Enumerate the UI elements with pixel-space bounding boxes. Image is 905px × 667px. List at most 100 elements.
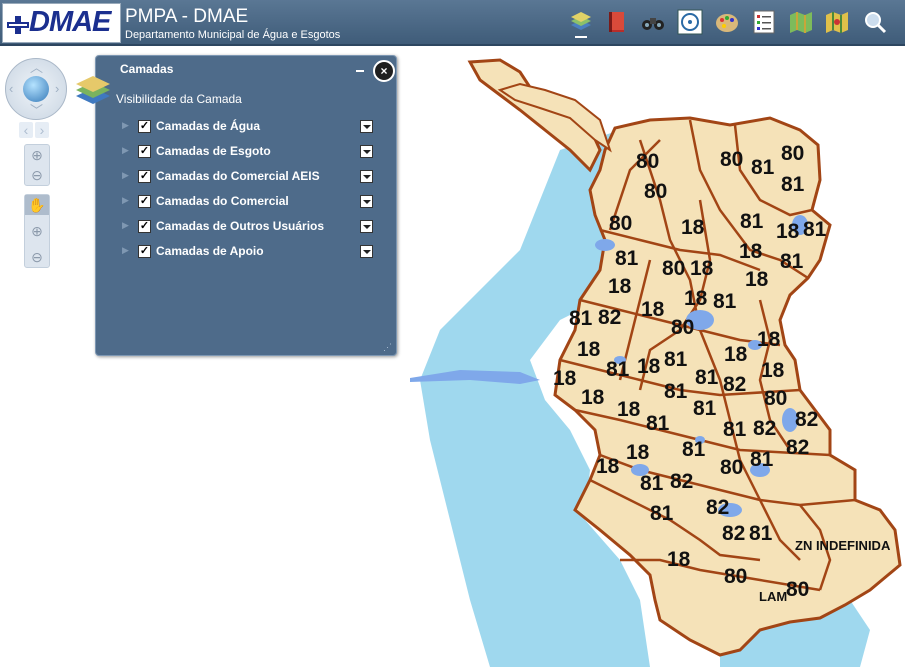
zone-label: 18 — [641, 298, 665, 321]
zone-label: 18 — [724, 343, 748, 366]
zone-name-label: ZN INDEFINIDA — [795, 538, 891, 553]
pan-control[interactable]: ︿ ﹀ ‹ › — [5, 58, 67, 120]
zone-label: 18 — [684, 287, 708, 310]
expand-icon[interactable]: ▶ — [122, 220, 129, 231]
dmae-logo: DMAE — [2, 3, 121, 43]
dropdown-icon[interactable] — [360, 170, 373, 183]
pan-right-icon[interactable]: › — [55, 82, 59, 95]
logo-text: DMAE — [29, 6, 111, 38]
zone-label: 81 — [664, 380, 688, 403]
zone-label: 81 — [803, 218, 827, 241]
expand-icon[interactable]: ▶ — [122, 120, 129, 131]
zoom-out-icon[interactable]: ⊖ — [25, 165, 49, 185]
active-tool-indicator — [575, 36, 587, 38]
layers-icon[interactable] — [568, 9, 594, 35]
zone-label: 81 — [640, 472, 664, 495]
zone-label: 80 — [724, 565, 748, 588]
hand-pan-icon[interactable]: ✋ — [25, 195, 49, 215]
layer-label: Camadas de Esgoto — [156, 144, 271, 158]
zone-label: 18 — [608, 275, 632, 298]
expand-icon[interactable]: ▶ — [122, 145, 129, 156]
zone-label: 81 — [569, 307, 593, 330]
zone-label: 82 — [706, 496, 730, 519]
book-icon[interactable] — [604, 9, 630, 35]
layer-item[interactable]: ▶ ✓ Camadas de Apoio — [120, 242, 376, 262]
search-icon[interactable] — [862, 9, 888, 35]
zone-label: 18 — [690, 257, 714, 280]
zone-label: 80 — [609, 212, 633, 235]
zone-label: 18 — [553, 367, 577, 390]
pan-left-icon[interactable]: ‹ — [9, 82, 13, 95]
dropdown-icon[interactable] — [360, 245, 373, 258]
layer-checkbox[interactable]: ✓ — [138, 120, 151, 133]
zone-label: 82 — [795, 408, 819, 431]
zone-label: 82 — [598, 306, 622, 329]
map-icon[interactable] — [788, 9, 814, 35]
expand-icon[interactable]: ▶ — [122, 170, 129, 181]
layer-checkbox[interactable]: ✓ — [138, 195, 151, 208]
zoom-box-out-icon[interactable]: ⊖ — [25, 247, 49, 267]
expand-icon[interactable]: ▶ — [122, 245, 129, 256]
zone-label: 18 — [667, 548, 691, 571]
layer-label: Camadas de Apoio — [156, 244, 264, 258]
target-icon[interactable] — [677, 9, 703, 35]
map-pin-icon[interactable] — [824, 9, 850, 35]
zone-label: 81 — [751, 156, 775, 179]
layer-checkbox[interactable]: ✓ — [138, 220, 151, 233]
layer-label: Camadas do Comercial — [156, 194, 289, 208]
zone-label: 18 — [596, 455, 620, 478]
layer-visibility-label: Visibilidade da Camada — [116, 92, 242, 106]
zone-label: 80 — [662, 257, 686, 280]
zone-label: 81 — [750, 448, 774, 471]
layer-item[interactable]: ▶ ✓ Camadas do Comercial AEIS — [120, 167, 376, 187]
zone-label: 18 — [761, 359, 785, 382]
dropdown-icon[interactable] — [360, 195, 373, 208]
layer-checkbox[interactable]: ✓ — [138, 145, 151, 158]
layer-checkbox[interactable]: ✓ — [138, 245, 151, 258]
zone-label: 18 — [776, 220, 800, 243]
zone-label: 81 — [693, 397, 717, 420]
close-icon[interactable]: × — [373, 60, 395, 82]
list-icon[interactable] — [751, 9, 777, 35]
layers-panel: Camadas × Visibilidade da Camada ▶ ✓ Cam… — [76, 55, 397, 356]
pan-up-icon[interactable]: ︿ — [30, 61, 43, 74]
zone-label: 18 — [637, 355, 661, 378]
resize-grip-icon[interactable]: ⋰ — [383, 342, 393, 352]
dropdown-icon[interactable] — [360, 120, 373, 133]
globe-icon[interactable] — [23, 76, 49, 102]
minimize-icon[interactable] — [356, 68, 364, 72]
tool-bar: ✋ ⊕ ⊖ — [24, 194, 50, 268]
zone-label: 18 — [745, 268, 769, 291]
rotate-left-icon[interactable]: ‹ — [19, 122, 33, 138]
zone-label: 82 — [753, 417, 777, 440]
layer-item[interactable]: ▶ ✓ Camadas do Comercial — [120, 192, 376, 212]
zone-label: 18 — [681, 216, 705, 239]
layer-label: Camadas do Comercial AEIS — [156, 169, 320, 183]
app-subtitle: Departamento Municipal de Água e Esgotos — [125, 29, 341, 41]
layer-label: Camadas de Outros Usuários — [156, 219, 325, 233]
expand-icon[interactable]: ▶ — [122, 195, 129, 206]
panel-title: Camadas — [120, 62, 174, 76]
zone-label: 80 — [781, 142, 805, 165]
layer-item[interactable]: ▶ ✓ Camadas de Esgoto — [120, 142, 376, 162]
rotate-control: ‹ › — [19, 122, 53, 140]
dropdown-icon[interactable] — [360, 220, 373, 233]
palette-icon[interactable] — [714, 9, 740, 35]
zoom-box-in-icon[interactable]: ⊕ — [25, 221, 49, 241]
zone-label: 18 — [581, 386, 605, 409]
zoom-in-icon[interactable]: ⊕ — [25, 145, 49, 165]
zone-label: 18 — [757, 328, 781, 351]
zone-label: 81 — [723, 418, 747, 441]
zone-label: 81 — [749, 522, 773, 545]
zone-label: 81 — [650, 502, 674, 525]
pan-down-icon[interactable]: ﹀ — [30, 104, 43, 117]
layer-item[interactable]: ▶ ✓ Camadas de Água — [120, 117, 376, 137]
layer-checkbox[interactable]: ✓ — [138, 170, 151, 183]
zone-label: 81 — [740, 210, 764, 233]
binoculars-icon[interactable] — [640, 9, 666, 35]
dropdown-icon[interactable] — [360, 145, 373, 158]
rotate-right-icon[interactable]: › — [35, 122, 49, 138]
zone-label: 80 — [636, 150, 660, 173]
zone-label: 82 — [786, 436, 810, 459]
layer-item[interactable]: ▶ ✓ Camadas de Outros Usuários — [120, 217, 376, 237]
